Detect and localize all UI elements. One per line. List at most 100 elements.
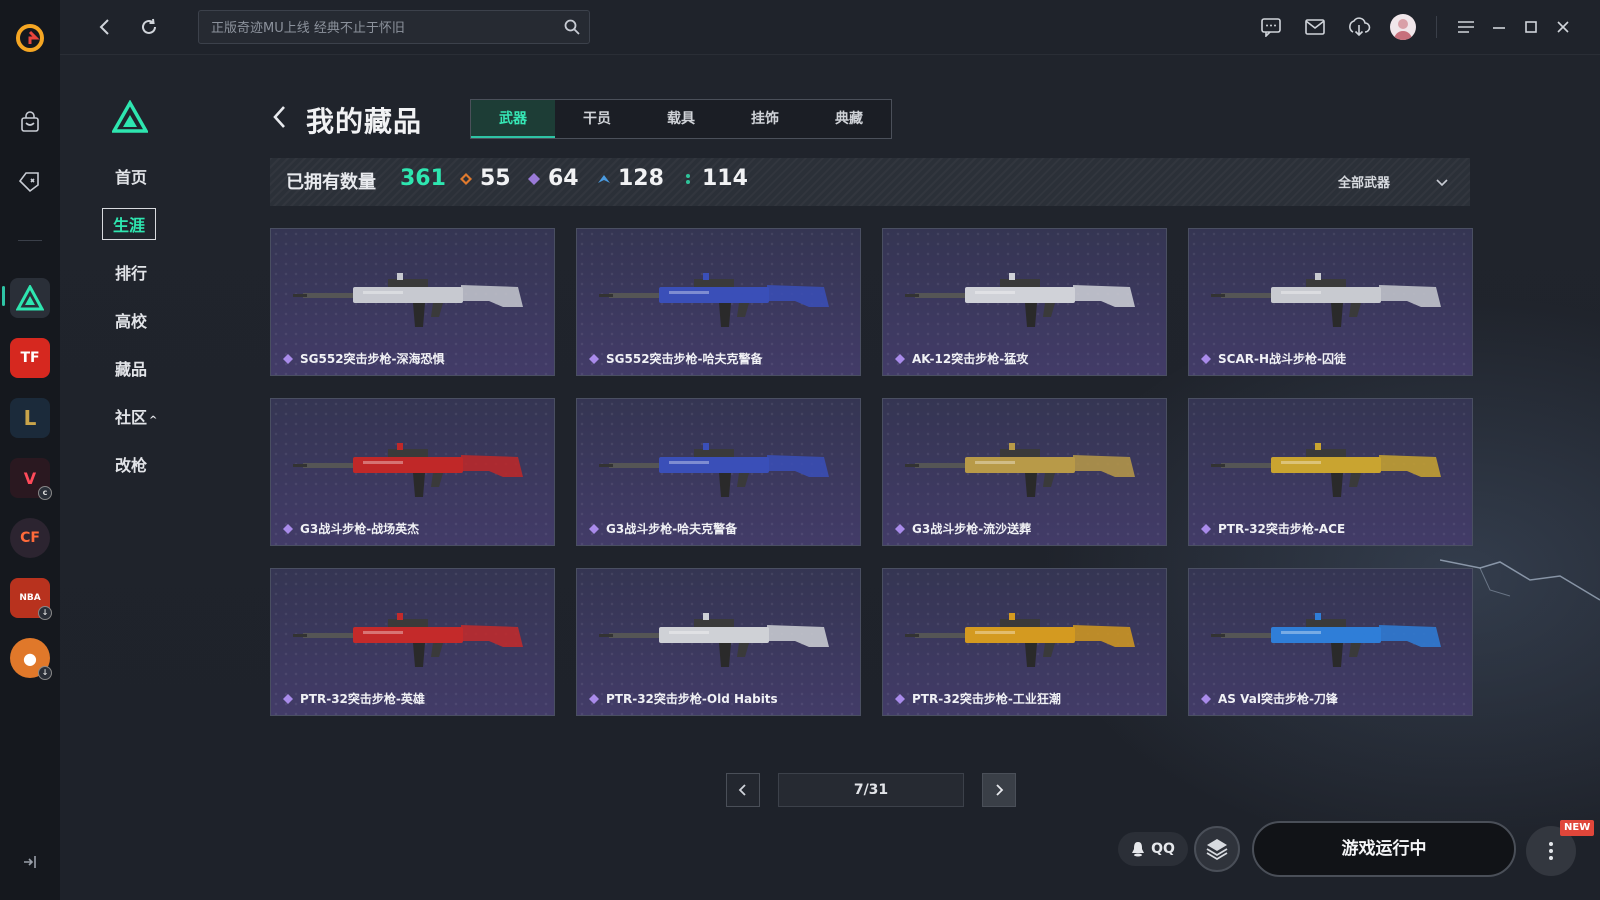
qq-button[interactable]: QQ (1118, 832, 1188, 866)
minimize-icon[interactable] (1486, 14, 1512, 40)
game-valorant-icon[interactable]: Vc (10, 458, 52, 500)
download-badge-icon: ↓ (38, 606, 52, 620)
download-manager-icon[interactable] (1346, 14, 1372, 40)
accelerator-button[interactable] (1194, 826, 1240, 872)
weapon-card[interactable]: G3战斗步枪-战场英杰 (270, 398, 555, 546)
tier-stat-purple: 64 (528, 166, 579, 191)
search-box[interactable] (198, 10, 590, 45)
tier-stat-orange: 55 (460, 166, 511, 191)
weapon-name: G3战斗步枪-战场英杰 (283, 520, 419, 537)
subnav-collection[interactable]: 藏品 (115, 356, 147, 380)
owned-count-label: 已拥有数量 (286, 172, 376, 193)
tier-stat-value: 64 (548, 166, 579, 191)
game-tf-icon[interactable]: TF (10, 338, 50, 378)
weapon-image (293, 443, 523, 497)
rarity-diamond-icon (283, 693, 293, 704)
game-delta-force-icon[interactable] (10, 278, 50, 318)
subnav-community[interactable]: 社区 ^ (115, 404, 157, 428)
search-icon[interactable] (563, 18, 581, 36)
top-bar (60, 0, 1600, 55)
game-tag-icon[interactable] (10, 162, 50, 202)
rarity-diamond-icon (589, 693, 599, 704)
game-cf-icon[interactable]: CF (10, 518, 50, 558)
back-nav-icon[interactable] (92, 14, 118, 40)
topbar-divider (1436, 16, 1437, 38)
store-bag-icon[interactable] (10, 102, 50, 142)
weapon-card[interactable]: SG552突击步枪-哈夫克警备 (576, 228, 861, 376)
expand-rail-icon[interactable] (20, 852, 40, 872)
subnav-ranking[interactable]: 排行 (115, 260, 147, 284)
weapon-image (599, 273, 829, 327)
new-badge: NEW (1560, 820, 1595, 836)
chevron-down-icon (1436, 178, 1448, 186)
rarity-diamond-icon (283, 523, 293, 534)
game-lol-icon[interactable]: L (10, 398, 50, 438)
prev-page-button[interactable] (726, 773, 760, 807)
rarity-diamond-icon (1201, 353, 1211, 364)
layers-icon (1206, 839, 1228, 861)
subnav-gunsmith[interactable]: 改枪 (115, 452, 147, 476)
rarity-diamond-icon (283, 353, 293, 364)
search-input[interactable] (209, 11, 553, 45)
subnav-career[interactable]: 生涯 (102, 208, 157, 240)
weapon-card[interactable]: G3战斗步枪-哈夫克警备 (576, 398, 861, 546)
weapon-name: G3战斗步枪-流沙送葬 (895, 520, 1031, 537)
game-basketball-icon[interactable]: ● ↓ (10, 638, 52, 680)
maximize-icon[interactable] (1518, 14, 1544, 40)
user-avatar[interactable] (1390, 14, 1416, 40)
close-icon[interactable] (1550, 14, 1576, 40)
rarity-diamond-icon (589, 353, 599, 364)
chevron-left-icon (738, 784, 746, 796)
tier-stat-value: 114 (702, 166, 748, 191)
rail-active-indicator (2, 286, 5, 306)
ownership-stats-bar: 已拥有数量 361 55 64 128 114 全部武器 (270, 158, 1470, 206)
weapon-image (599, 443, 829, 497)
blue-chevron-icon (598, 174, 610, 183)
tab-weapons[interactable]: 武器 (471, 100, 555, 138)
weapon-name: AS Val突击步枪-刀锋 (1201, 690, 1338, 707)
green-dots-icon (686, 173, 690, 184)
weapon-filter-dropdown[interactable]: 全部武器 (1338, 172, 1450, 191)
weapon-name-text: PTR-32突击步枪-工业狂潮 (912, 692, 1061, 706)
rarity-diamond-icon (589, 523, 599, 534)
subnav-college[interactable]: 高校 (115, 308, 147, 332)
weapon-name: PTR-32突击步枪-英雄 (283, 690, 425, 707)
weapon-image (599, 613, 829, 667)
rail-divider (18, 240, 42, 241)
refresh-icon[interactable] (136, 14, 162, 40)
weapon-image (1211, 443, 1441, 497)
weapon-card[interactable]: SG552突击步枪-深海恐惧 (270, 228, 555, 376)
back-arrow-icon[interactable] (270, 104, 290, 130)
menu-icon[interactable] (1453, 14, 1479, 40)
tab-archive[interactable]: 典藏 (807, 100, 891, 138)
game-running-button[interactable]: 游戏运行中 (1252, 821, 1516, 877)
weapon-card[interactable]: PTR-32突击步枪-Old Habits (576, 568, 861, 716)
weapon-card[interactable]: SCAR-H战斗步枪-囚徒 (1188, 228, 1473, 376)
rarity-diamond-icon (895, 693, 905, 704)
weapon-card[interactable]: AS Val突击步枪-刀锋 (1188, 568, 1473, 716)
app-logo-icon[interactable] (14, 22, 46, 54)
weapon-card[interactable]: PTR-32突击步枪-ACE (1188, 398, 1473, 546)
subnav-home[interactable]: 首页 (115, 164, 147, 188)
weapon-card[interactable]: G3战斗步枪-流沙送葬 (882, 398, 1167, 546)
purple-diamond-icon (528, 172, 540, 185)
orange-diamond-icon (460, 172, 472, 185)
rarity-diamond-icon (1201, 693, 1211, 704)
tab-vehicles[interactable]: 载具 (639, 100, 723, 138)
weapon-name-text: SG552突击步枪-深海恐惧 (300, 352, 445, 366)
message-chat-icon[interactable] (1258, 14, 1284, 40)
tab-charms[interactable]: 挂饰 (723, 100, 807, 138)
weapon-image (905, 613, 1135, 667)
subnav-community-label: 社区 (115, 408, 148, 427)
game-nba-icon[interactable]: NBA ↓ (10, 578, 52, 620)
tier-stat-value: 55 (480, 166, 511, 191)
weapon-image (1211, 273, 1441, 327)
tab-operators[interactable]: 干员 (555, 100, 639, 138)
weapon-card[interactable]: AK-12突击步枪-猛攻 (882, 228, 1167, 376)
weapon-name-text: PTR-32突击步枪-ACE (1218, 522, 1346, 536)
weapon-image (293, 273, 523, 327)
weapon-card[interactable]: PTR-32突击步枪-英雄 (270, 568, 555, 716)
mail-icon[interactable] (1302, 14, 1328, 40)
weapon-card[interactable]: PTR-32突击步枪-工业狂潮 (882, 568, 1167, 716)
next-page-button[interactable] (982, 773, 1016, 807)
